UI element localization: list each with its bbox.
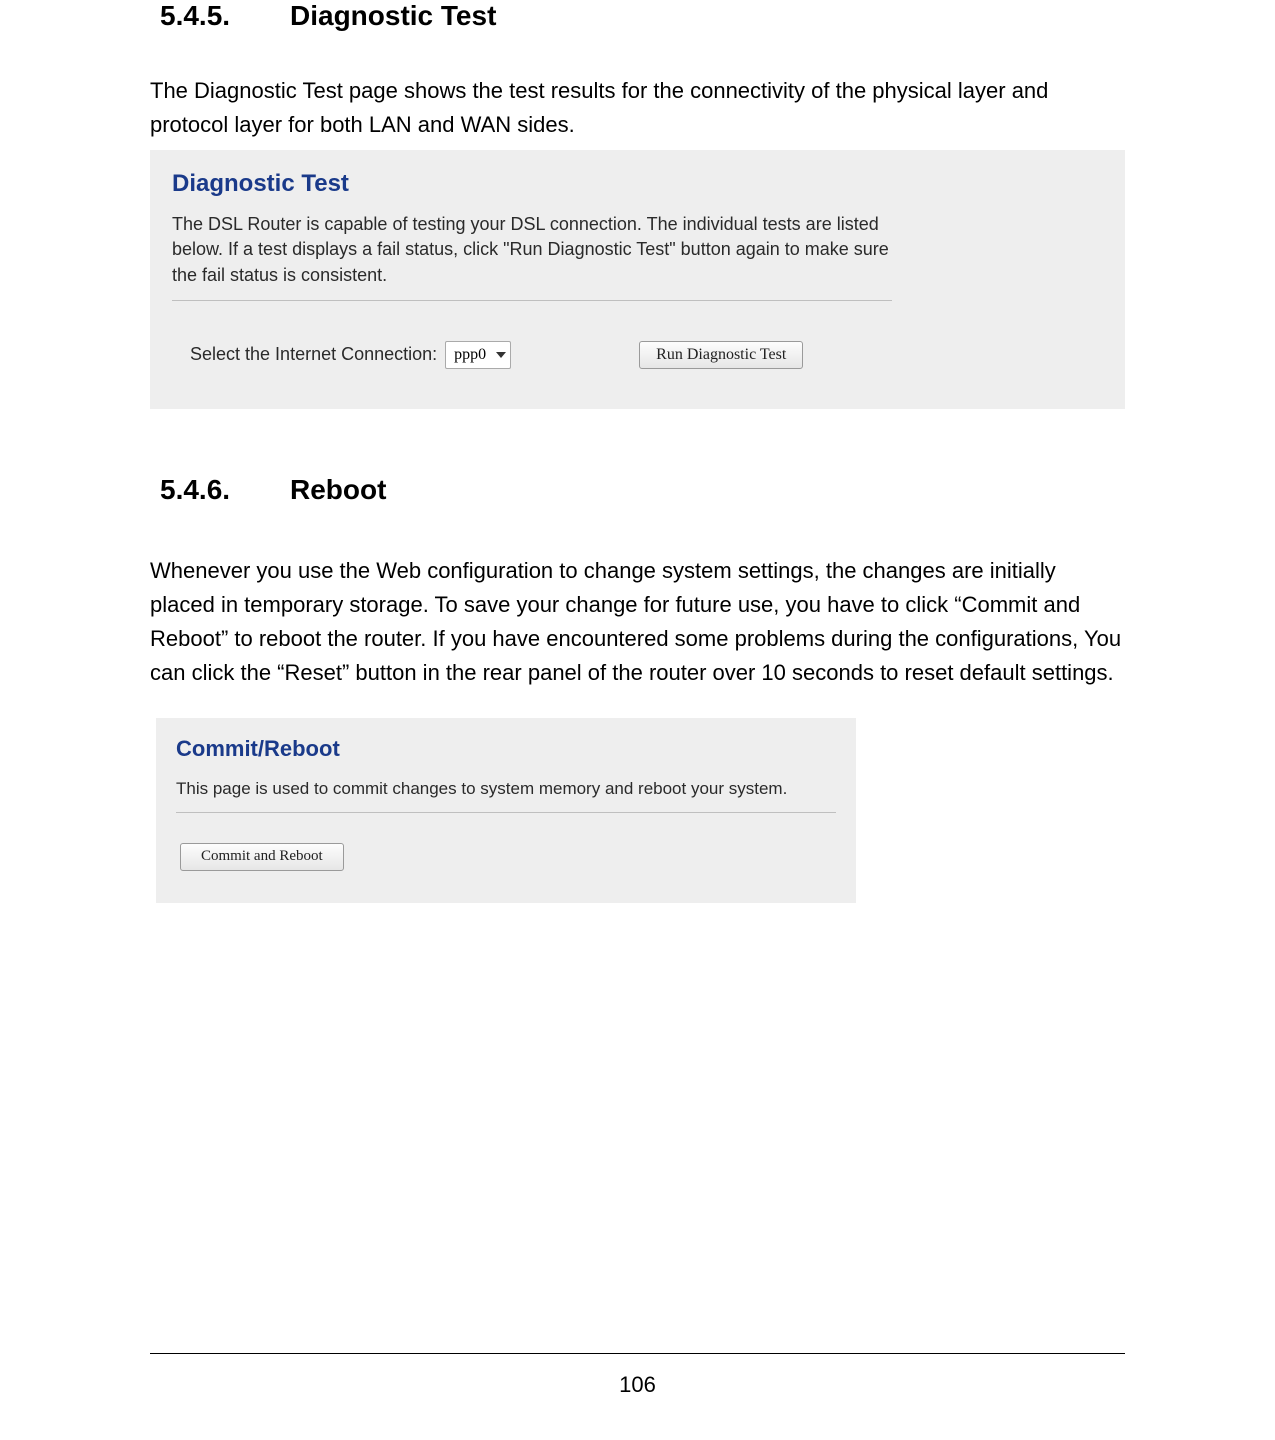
run-diagnostic-button[interactable]: Run Diagnostic Test (639, 341, 803, 369)
section2-body: Whenever you use the Web configuration t… (150, 554, 1125, 690)
page-number: 106 (0, 1372, 1275, 1398)
commit-reboot-button[interactable]: Commit and Reboot (180, 843, 344, 871)
section-num: 5.4.6. (160, 474, 290, 506)
footer-divider (150, 1353, 1125, 1354)
panel1-desc: The DSL Router is capable of testing you… (172, 212, 892, 301)
section-num: 5.4.5. (160, 0, 290, 32)
connection-select-label: Select the Internet Connection: (190, 344, 437, 365)
section-title: Reboot (290, 474, 386, 505)
connection-select-value: ppp0 (454, 346, 486, 364)
panel1-controls: Select the Internet Connection: ppp0 Run… (190, 341, 1103, 369)
section1-body: The Diagnostic Test page shows the test … (150, 74, 1125, 142)
panel2-desc: This page is used to commit changes to s… (176, 776, 836, 813)
panel1-title: Diagnostic Test (172, 170, 1103, 198)
chevron-down-icon (496, 352, 506, 358)
connection-select[interactable]: ppp0 (445, 341, 511, 369)
diagnostic-panel: Diagnostic Test The DSL Router is capabl… (150, 150, 1125, 409)
section-title: Diagnostic Test (290, 0, 496, 31)
commit-reboot-panel: Commit/Reboot This page is used to commi… (156, 718, 856, 903)
section-heading-diagnostic: 5.4.5.Diagnostic Test (160, 0, 1125, 32)
section-heading-reboot: 5.4.6.Reboot (160, 474, 1125, 506)
panel2-title: Commit/Reboot (176, 736, 836, 762)
